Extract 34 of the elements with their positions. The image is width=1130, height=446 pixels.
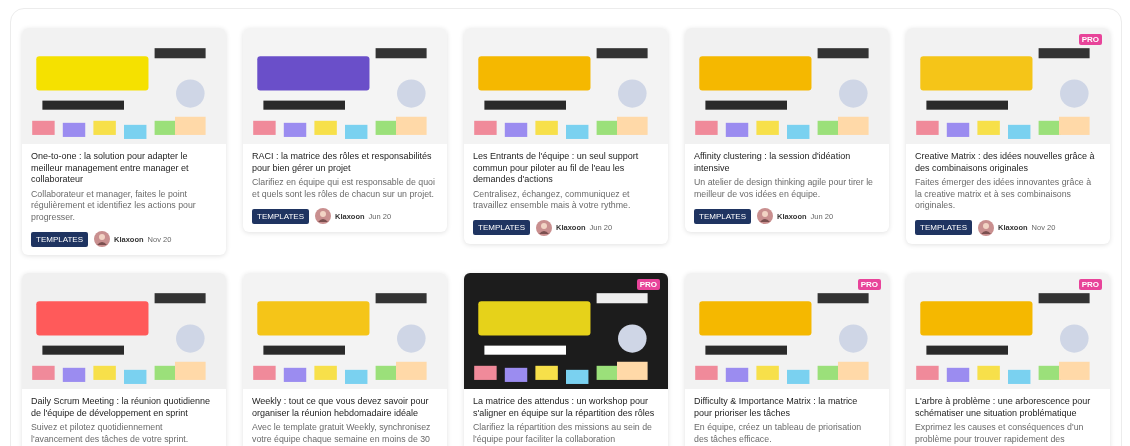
card-title: Les Entrants de l'équipe : un seul support commun pour piloter au fil de l'eau les demandes d'actions bbox=[473, 151, 640, 186]
template-card[interactable]: Weekly : tout ce que vous devez savoir pour organiser la réunion hebdomadaire idéale Avec le template gratuit Weekly, synchronisez votre équipe chaque semaine en moins de 30 bbox=[243, 273, 447, 446]
template-card[interactable]: PRO La matrice des attendus : un workshop pour s'aligner en équipe sur la répartition des rôles Clarifiez la répartition des missions au sein de l'équipe pour faciliter la collaboration bbox=[464, 273, 668, 446]
card-description: Centralisez, échangez, communiquez et travaillez ensemble mais à votre rythme. bbox=[473, 188, 632, 212]
card-description: Clarifiez la répartition des missions au sein de l'équipe pour faciliter la collaboration bbox=[473, 422, 653, 445]
pro-badge: PRO bbox=[1078, 279, 1102, 290]
template-card[interactable]: Daily Scrum Meeting : la réunion quotidienne de l'équipe de développement en sprint Suivez et pilotez quotidiennement l'avancement des tâches de votre sprint. bbox=[22, 273, 226, 446]
pro-badge: PRO bbox=[1078, 34, 1102, 45]
card-description: Exprimez les causes et conséquences d'un problème pour trouver rapidement des bbox=[915, 422, 1085, 445]
card-title: One-to-one : la solution pour adapter le meilleur management entre manager et collaborateur bbox=[31, 151, 190, 186]
category-tag[interactable]: TEMPLATES bbox=[694, 208, 751, 224]
card-title: RACI : la matrice des rôles et responsabilités pour bien gérer un projet bbox=[252, 151, 433, 174]
card-title: Creative Matrix : des idées nouvelles grâce à des combinaisons originales bbox=[915, 151, 1096, 174]
template-card[interactable]: PRO Difficulty & Importance Matrix : la matrice pour prioriser les tâches En équipe, créez un tableau de priorisation des tâches efficace. bbox=[685, 273, 889, 446]
category-tag[interactable]: TEMPLATES bbox=[31, 231, 88, 247]
card-title: L'arbre à problème : une arborescence pour schématiser une situation problématique bbox=[915, 396, 1092, 419]
card-description: Avec le template gratuit Weekly, synchronisez votre équipe chaque semaine en moins de 30 bbox=[252, 422, 432, 445]
pro-badge: PRO bbox=[857, 279, 881, 290]
template-card[interactable]: PRO L'arbre à problème : une arborescence pour schématiser une situation problématique Exprimez les causes et conséquences d'un problème pour trouver rapidement des bbox=[906, 273, 1110, 446]
card-title: Daily Scrum Meeting : la réunion quotidienne de l'équipe de développement en sprint bbox=[31, 396, 212, 419]
card-title: Weekly : tout ce que vous devez savoir pour organiser la réunion hebdomadaire idéale bbox=[252, 396, 430, 419]
card-description: Clarifiez en équipe qui est responsable de quoi et quels sont les rôles de chacun sur un projet. bbox=[252, 177, 435, 200]
category-tag[interactable]: TEMPLATES bbox=[252, 208, 309, 224]
card-title: La matrice des attendus : un workshop pour s'aligner en équipe sur la répartition des rôles bbox=[473, 396, 656, 419]
card-title: Affinity clustering : la session d'idéation intensive bbox=[694, 151, 852, 174]
card-title: Difficulty & Importance Matrix : la matrice pour prioriser les tâches bbox=[694, 396, 859, 419]
card-description: Faites émerger des idées innovantes grâce à la creative matrix et à ses combinaisons originales. bbox=[915, 177, 1093, 212]
card-description: Collaborateur et manager, faites le point régulièrement et identifiez les actions pour progresser. bbox=[31, 188, 197, 223]
pro-badge: PRO bbox=[636, 279, 660, 290]
category-tag[interactable]: TEMPLATES bbox=[915, 220, 972, 235]
card-description: En équipe, créez un tableau de priorisation des tâches efficace. bbox=[694, 422, 863, 445]
card-description: Suivez et pilotez quotidiennement l'avancement des tâches de votre sprint. bbox=[31, 422, 190, 445]
category-tag[interactable]: TEMPLATES bbox=[473, 220, 530, 235]
card-description: Un atelier de design thinking agile pour tirer le meilleur de vos idées en équipe. bbox=[694, 177, 874, 200]
